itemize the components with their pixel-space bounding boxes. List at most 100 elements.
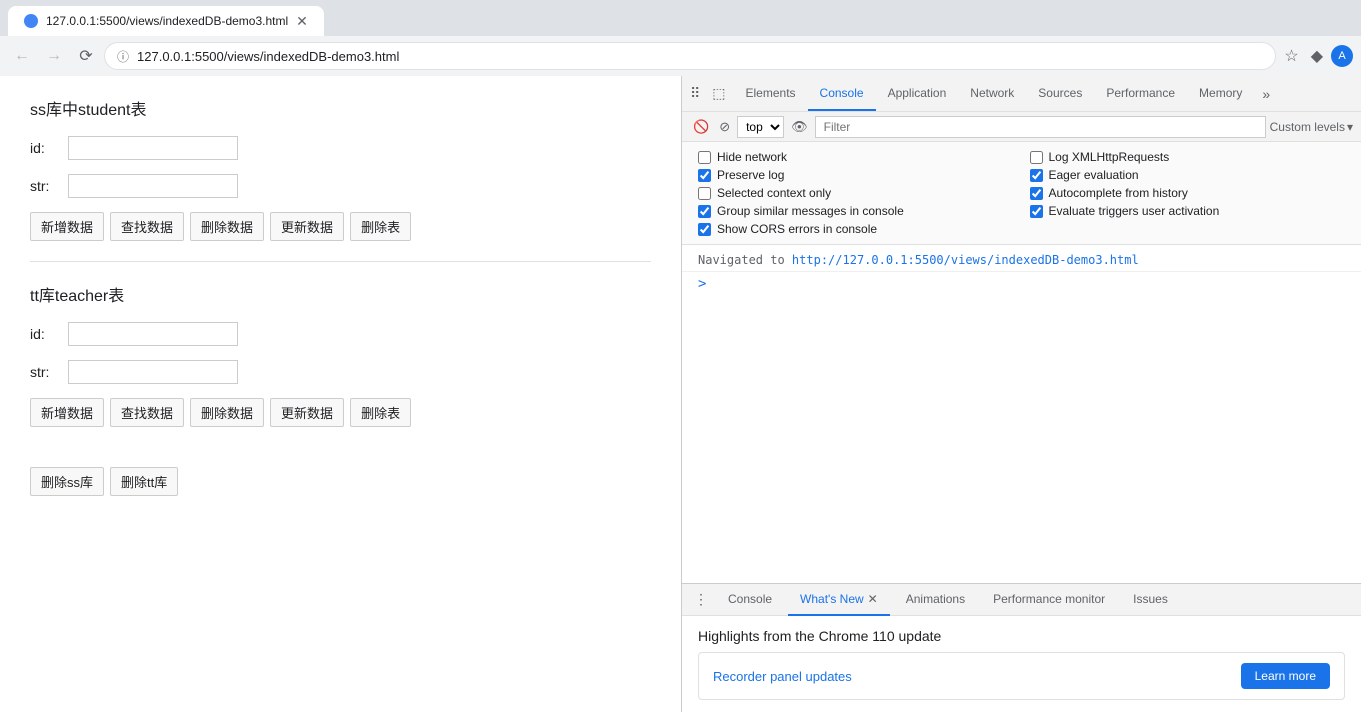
teacher-find-button[interactable]: 查找数据 bbox=[110, 398, 184, 427]
teacher-id-row: id: bbox=[30, 322, 651, 346]
teacher-droptable-button[interactable]: 删除表 bbox=[350, 398, 411, 427]
context-select[interactable]: top bbox=[737, 116, 784, 138]
student-id-input[interactable] bbox=[68, 136, 238, 160]
tab-sources[interactable]: Sources bbox=[1026, 76, 1094, 111]
teacher-str-input[interactable] bbox=[68, 360, 238, 384]
student-str-label: str: bbox=[30, 178, 60, 194]
nav-actions: ☆ ◆ A bbox=[1280, 42, 1353, 70]
drawer-tab-console[interactable]: Console bbox=[716, 584, 784, 616]
student-find-button[interactable]: 查找数据 bbox=[110, 212, 184, 241]
extension-button[interactable]: ◆ bbox=[1307, 42, 1327, 70]
option-hide-network[interactable]: Hide network bbox=[698, 150, 1014, 164]
filter-input[interactable] bbox=[815, 116, 1266, 138]
tab-elements[interactable]: Elements bbox=[734, 76, 808, 111]
undock-button[interactable]: ⠿ bbox=[686, 81, 704, 106]
bookmark-button[interactable]: ☆ bbox=[1280, 42, 1302, 70]
student-str-input[interactable] bbox=[68, 174, 238, 198]
autocomplete-checkbox[interactable] bbox=[1030, 187, 1043, 200]
db-buttons: 删除ss库 删除tt库 bbox=[30, 467, 651, 496]
teacher-str-row: str: bbox=[30, 360, 651, 384]
student-buttons: 新增数据 查找数据 删除数据 更新数据 删除表 bbox=[30, 212, 651, 241]
drawer-tab-whats-new[interactable]: What's New ✕ bbox=[788, 584, 890, 616]
tab-application[interactable]: Application bbox=[876, 76, 959, 111]
student-update-button[interactable]: 更新数据 bbox=[270, 212, 344, 241]
delete-tt-button[interactable]: 删除tt库 bbox=[110, 467, 178, 496]
drawer-card-link[interactable]: Recorder panel updates bbox=[713, 669, 852, 684]
console-options: Hide network Log XMLHttpRequests Preserv… bbox=[682, 142, 1361, 245]
nav-link[interactable]: http://127.0.0.1:5500/views/indexedDB-de… bbox=[792, 253, 1139, 267]
teacher-update-button[interactable]: 更新数据 bbox=[270, 398, 344, 427]
student-delete-button[interactable]: 删除数据 bbox=[190, 212, 264, 241]
teacher-id-input[interactable] bbox=[68, 322, 238, 346]
option-eval-triggers[interactable]: Evaluate triggers user activation bbox=[1030, 204, 1346, 218]
dock-button[interactable]: ⬚ bbox=[708, 81, 729, 106]
nav-text: Navigated to http://127.0.0.1:5500/views… bbox=[698, 253, 1139, 267]
drawer-highlight-title: Highlights from the Chrome 110 update bbox=[698, 628, 1345, 644]
address-bar[interactable]: ⓘ 127.0.0.1:5500/views/indexedDB-demo3.h… bbox=[104, 42, 1276, 70]
drawer-content: Highlights from the Chrome 110 update Re… bbox=[682, 616, 1361, 712]
url-text: 127.0.0.1:5500/views/indexedDB-demo3.htm… bbox=[137, 49, 1263, 64]
drawer-card: Recorder panel updates Learn more bbox=[698, 652, 1345, 700]
console-prompt[interactable]: > bbox=[682, 272, 1361, 296]
teacher-add-button[interactable]: 新增数据 bbox=[30, 398, 104, 427]
tab-performance[interactable]: Performance bbox=[1094, 76, 1187, 111]
tab-favicon bbox=[24, 14, 38, 28]
option-eager-eval[interactable]: Eager evaluation bbox=[1030, 168, 1346, 182]
db-buttons-area: 删除ss库 删除tt库 bbox=[30, 467, 651, 496]
tab-network[interactable]: Network bbox=[958, 76, 1026, 111]
option-preserve-log[interactable]: Preserve log bbox=[698, 168, 1014, 182]
student-str-row: str: bbox=[30, 174, 651, 198]
option-group-similar[interactable]: Group similar messages in console bbox=[698, 204, 1014, 218]
teacher-delete-button[interactable]: 删除数据 bbox=[190, 398, 264, 427]
back-button[interactable]: ← bbox=[8, 42, 36, 70]
option-autocomplete[interactable]: Autocomplete from history bbox=[1030, 186, 1346, 200]
section-teacher: tt库teacher表 id: str: 新增数据 查找数据 删除数据 更新数据… bbox=[30, 282, 651, 427]
eager-eval-checkbox[interactable] bbox=[1030, 169, 1043, 182]
devtools-panel: ⠿ ⬚ Elements Console Application Network… bbox=[681, 76, 1361, 712]
whats-new-close-icon[interactable]: ✕ bbox=[868, 592, 878, 606]
tab-memory[interactable]: Memory bbox=[1187, 76, 1254, 111]
group-similar-checkbox[interactable] bbox=[698, 205, 711, 218]
drawer-tab-perf-monitor[interactable]: Performance monitor bbox=[981, 584, 1117, 616]
section-student-title: ss库中student表 bbox=[30, 96, 651, 120]
more-tabs-button[interactable]: » bbox=[1254, 82, 1278, 106]
devtools-tabs: ⠿ ⬚ Elements Console Application Network… bbox=[682, 76, 1361, 111]
learn-more-button[interactable]: Learn more bbox=[1241, 663, 1330, 689]
drawer-tabs: ⋮ Console What's New ✕ Animations Perfor… bbox=[682, 584, 1361, 616]
clear-console-button[interactable]: 🚫 bbox=[690, 116, 712, 138]
forward-button[interactable]: → bbox=[40, 42, 68, 70]
profile-button[interactable]: A bbox=[1331, 45, 1353, 67]
student-droptable-button[interactable]: 删除表 bbox=[350, 212, 411, 241]
tab-console[interactable]: Console bbox=[808, 76, 876, 111]
log-xml-checkbox[interactable] bbox=[1030, 151, 1043, 164]
delete-ss-button[interactable]: 删除ss库 bbox=[30, 467, 104, 496]
preserve-log-checkbox[interactable] bbox=[698, 169, 711, 182]
main-area: ss库中student表 id: str: 新增数据 查找数据 删除数据 更新数… bbox=[0, 76, 1361, 712]
teacher-id-label: id: bbox=[30, 326, 60, 342]
custom-levels-select[interactable]: Custom levels ▾ bbox=[1270, 120, 1353, 134]
teacher-buttons: 新增数据 查找数据 删除数据 更新数据 删除表 bbox=[30, 398, 651, 427]
eval-triggers-checkbox[interactable] bbox=[1030, 205, 1043, 218]
nav-bar: ← → ⟳ ⓘ 127.0.0.1:5500/views/indexedDB-d… bbox=[0, 36, 1361, 76]
divider bbox=[30, 261, 651, 262]
drawer-tab-animations[interactable]: Animations bbox=[894, 584, 977, 616]
active-tab[interactable]: 127.0.0.1:5500/views/indexedDB-demo3.htm… bbox=[8, 6, 324, 36]
teacher-str-label: str: bbox=[30, 364, 60, 380]
selected-context-checkbox[interactable] bbox=[698, 187, 711, 200]
hide-network-checkbox[interactable] bbox=[698, 151, 711, 164]
option-show-cors[interactable]: Show CORS errors in console bbox=[698, 222, 1014, 236]
filter-toggle-button[interactable]: ⊘ bbox=[716, 116, 733, 138]
tab-bar: 127.0.0.1:5500/views/indexedDB-demo3.htm… bbox=[0, 0, 1361, 36]
drawer-menu-button[interactable]: ⋮ bbox=[690, 587, 712, 612]
reload-button[interactable]: ⟳ bbox=[72, 42, 100, 70]
tab-title: 127.0.0.1:5500/views/indexedDB-demo3.htm… bbox=[46, 14, 288, 28]
student-add-button[interactable]: 新增数据 bbox=[30, 212, 104, 241]
tab-close-button[interactable]: ✕ bbox=[296, 13, 308, 30]
option-selected-context[interactable]: Selected context only bbox=[698, 186, 1014, 200]
lock-icon: ⓘ bbox=[117, 48, 129, 65]
option-log-xml[interactable]: Log XMLHttpRequests bbox=[1030, 150, 1346, 164]
eye-button[interactable]: 👁 bbox=[788, 116, 811, 138]
show-cors-checkbox[interactable] bbox=[698, 223, 711, 236]
drawer-tab-issues[interactable]: Issues bbox=[1121, 584, 1180, 616]
section-student: ss库中student表 id: str: 新增数据 查找数据 删除数据 更新数… bbox=[30, 96, 651, 241]
